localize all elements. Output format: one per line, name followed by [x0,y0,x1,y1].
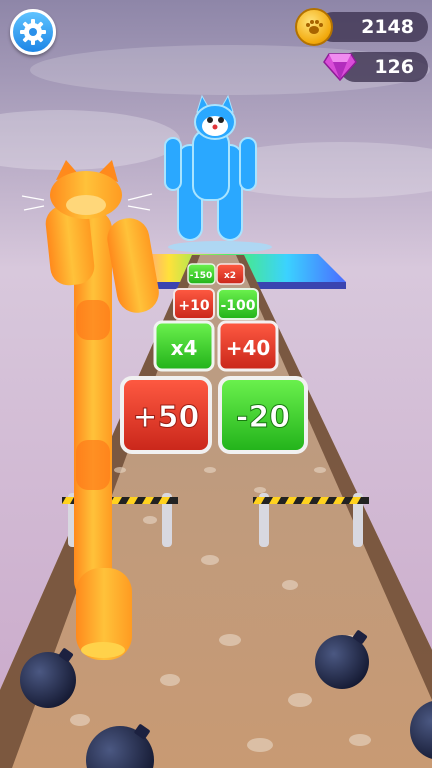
gate-label: x2 [224,271,236,281]
gem-count: 126 [374,56,414,78]
coin-counter: 2148 [318,12,428,42]
gear-icon [20,19,46,45]
game-scene: -150 x2 +10 -100 x4 +40 +50 -20 [0,0,432,768]
gate-label: -150 [190,271,213,281]
gate-label: +50 [133,400,200,435]
gate-label: +40 [226,336,271,360]
gate-label: -100 [220,298,255,314]
gate-label: -20 [236,400,290,435]
gem-icon [323,53,357,82]
paw-coin-icon [295,8,333,46]
settings-button[interactable] [10,9,56,55]
coin-count: 2148 [361,16,414,38]
gate-label: x4 [171,336,198,360]
gate-label: +10 [178,298,209,314]
